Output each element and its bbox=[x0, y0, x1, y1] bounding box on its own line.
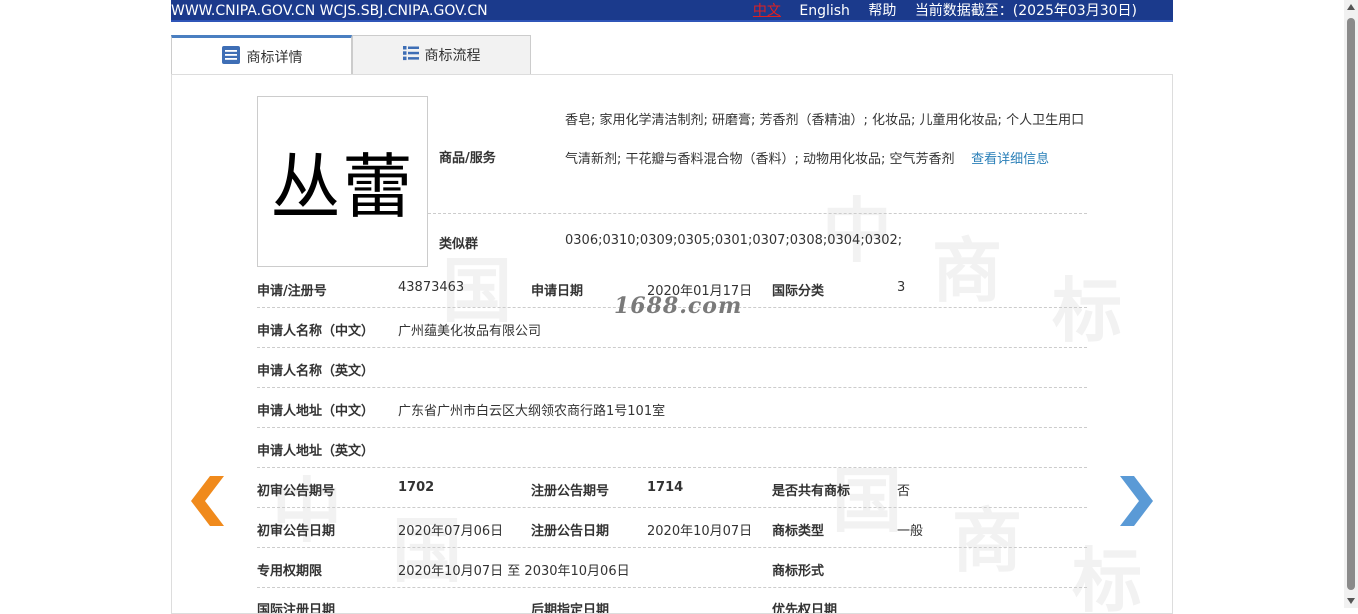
top-right-links: 中文 English 帮助 当前数据截至：(2025年03月30日) bbox=[739, 0, 1137, 23]
list-icon bbox=[402, 45, 419, 65]
tab-trademark-details-label: 商标详情 bbox=[246, 49, 303, 66]
reg-no-value: 43873463 bbox=[398, 280, 465, 295]
tm-form-label: 商标形式 bbox=[772, 564, 825, 579]
watermark-char: 标 bbox=[1072, 539, 1142, 614]
similar-group-value: 0306;0310;0309;0305;0301;0307;0308;0304;… bbox=[565, 233, 903, 248]
applicant-en-label: 申请人名称（英文） bbox=[257, 364, 375, 379]
scroll-down-icon[interactable] bbox=[1347, 598, 1355, 604]
prelim-no-value[interactable]: 1702 bbox=[398, 480, 434, 495]
view-details-link[interactable]: 查看详细信息 bbox=[971, 152, 1049, 167]
tab-trademark-details[interactable]: 商标详情 bbox=[171, 35, 352, 75]
watermark-char: 国 bbox=[392, 509, 462, 592]
prelim-date-value: 2020年07月06日 bbox=[398, 524, 504, 539]
applicant-cn-value: 广州蕴美化妆品有限公司 bbox=[398, 324, 542, 339]
row-divider bbox=[257, 587, 1087, 588]
row-divider bbox=[257, 427, 1087, 428]
watermark-1688: 1688.com bbox=[614, 293, 743, 319]
watermark-char: 中 bbox=[822, 189, 892, 272]
tab-bar: 商标详情 商标流程 bbox=[171, 35, 531, 75]
watermark-char: 中 bbox=[272, 469, 342, 552]
row-divider bbox=[257, 387, 1087, 388]
row-divider bbox=[257, 507, 1087, 508]
lang-english-link[interactable]: English bbox=[799, 3, 850, 19]
priority-date-label: 优先权日期 bbox=[772, 603, 838, 614]
later-date-label: 后期指定日期 bbox=[531, 603, 610, 614]
similar-group-label: 类似群 bbox=[439, 237, 479, 252]
shared-label: 是否共有商标 bbox=[772, 484, 851, 499]
apply-date-label: 申请日期 bbox=[531, 284, 584, 299]
watermark-char: 标 bbox=[1052, 269, 1122, 352]
trademark-image[interactable]: 丛蕾 bbox=[257, 96, 428, 267]
exclusive-period-label: 专用权期限 bbox=[257, 564, 323, 579]
reg-pub-date-label: 注册公告日期 bbox=[531, 524, 610, 539]
shared-value: 否 bbox=[897, 484, 911, 499]
data-as-of-text: 当前数据截至：(2025年03月30日) bbox=[914, 3, 1137, 19]
next-arrow-icon[interactable] bbox=[1120, 476, 1154, 530]
vertical-scrollbar[interactable] bbox=[1344, 0, 1358, 608]
top-bar: WWW.CNIPA.GOV.CN WCJS.SBJ.CNIPA.GOV.CN 中… bbox=[171, 0, 1173, 22]
scroll-up-icon[interactable] bbox=[1347, 4, 1355, 10]
help-link[interactable]: 帮助 bbox=[868, 3, 896, 19]
tm-type-value: 一般 bbox=[897, 524, 924, 539]
prelim-no-label: 初审公告期号 bbox=[257, 484, 336, 499]
document-list-icon bbox=[221, 45, 241, 69]
prev-arrow-icon[interactable] bbox=[191, 476, 225, 530]
lang-chinese-link[interactable]: 中文 bbox=[753, 3, 781, 19]
trademark-logo-text: 丛蕾 bbox=[270, 146, 415, 228]
watermark-char: 商 bbox=[932, 229, 1002, 312]
goods-label: 商品/服务 bbox=[439, 151, 496, 166]
prelim-date-label: 初审公告日期 bbox=[257, 524, 336, 539]
watermark-char: 商 bbox=[952, 499, 1022, 582]
intl-class-label: 国际分类 bbox=[772, 284, 825, 299]
detail-panel: 中 国 中 商 标 中 国 国 商 标 丛蕾 商品/服务 香皂; 家用化学清洁制… bbox=[171, 74, 1173, 614]
scrollbar-thumb[interactable] bbox=[1347, 18, 1355, 590]
row-divider bbox=[257, 347, 1087, 348]
tab-trademark-process[interactable]: 商标流程 bbox=[352, 35, 531, 75]
row-divider bbox=[257, 467, 1087, 468]
goods-services-value: 香皂; 家用化学清洁制剂; 研磨膏; 芳香剂（香精油）; 化妆品; 儿童用化妆品… bbox=[565, 101, 1093, 179]
reg-pub-no-label: 注册公告期号 bbox=[531, 484, 610, 499]
address-cn-value: 广东省广州市白云区大纲领农商行路1号101室 bbox=[398, 404, 666, 419]
row-divider bbox=[428, 213, 1087, 214]
site-links[interactable]: WWW.CNIPA.GOV.CN WCJS.SBJ.CNIPA.GOV.CN bbox=[171, 0, 488, 23]
tab-trademark-process-label: 商标流程 bbox=[424, 48, 481, 64]
row-divider bbox=[257, 547, 1087, 548]
reg-no-label: 申请/注册号 bbox=[257, 284, 327, 299]
reg-pub-date-value: 2020年10月07日 bbox=[647, 524, 753, 539]
exclusive-period-value: 2020年10月07日 至 2030年10月06日 bbox=[398, 564, 630, 579]
intl-class-value: 3 bbox=[897, 280, 906, 295]
address-en-label: 申请人地址（英文） bbox=[257, 444, 375, 459]
tm-type-label: 商标类型 bbox=[772, 524, 825, 539]
reg-pub-no-value[interactable]: 1714 bbox=[647, 480, 683, 495]
intl-reg-date-label: 国际注册日期 bbox=[257, 603, 336, 614]
applicant-cn-label: 申请人名称（中文） bbox=[257, 324, 375, 339]
address-cn-label: 申请人地址（中文） bbox=[257, 404, 375, 419]
